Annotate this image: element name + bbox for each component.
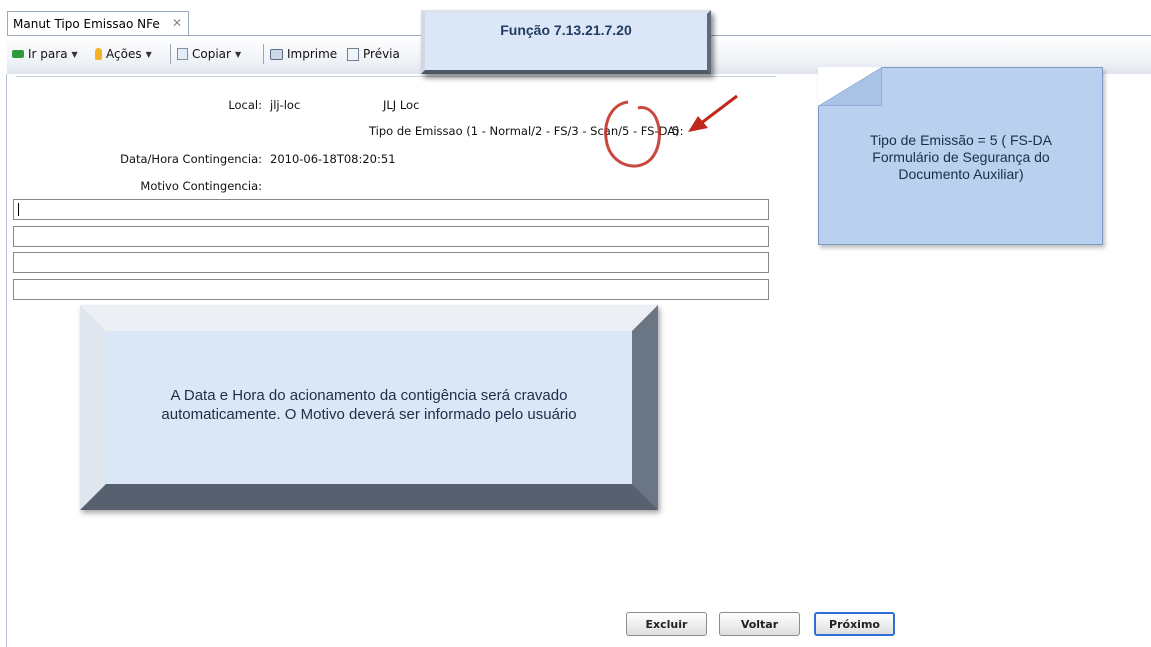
motivo-field-3[interactable] [13, 252, 769, 273]
function-callout: Função 7.13.21.7.20 [421, 10, 711, 74]
note-line-2: Formulário de Segurança do [872, 149, 1050, 165]
motivo-field-2[interactable] [13, 226, 769, 247]
copiar-button[interactable]: Copiar ▼ [177, 45, 241, 63]
printer-icon [270, 48, 283, 60]
motivo-field-1[interactable] [13, 199, 769, 220]
header-divider [16, 76, 776, 77]
note-line-3: Documento Auxiliar) [898, 166, 1024, 182]
voltar-button[interactable]: Voltar [719, 612, 800, 636]
local-label: Local: [228, 98, 262, 112]
data-hora-value: 2010-06-18T08:20:51 [270, 152, 396, 166]
data-hora-label: Data/Hora Contingencia: [120, 152, 262, 166]
annotation-overlay [604, 94, 738, 168]
previa-button[interactable]: Prévia [347, 45, 400, 63]
content-border [6, 74, 7, 647]
text-cursor [18, 203, 19, 216]
tab-manut-tipo-emissao[interactable]: Manut Tipo Emissao NFe ✕ [7, 11, 189, 35]
excluir-button[interactable]: Excluir [626, 612, 707, 636]
note-text: Tipo de Emissão = 5 ( FS-DA Formulário d… [836, 132, 1086, 183]
imprime-button[interactable]: Imprime [270, 45, 337, 63]
acoes-button[interactable]: Ações ▼ [95, 45, 152, 63]
motivo-label: Motivo Contingencia: [140, 179, 262, 193]
toolbar-separator [263, 44, 264, 64]
note-fold-corner [818, 67, 882, 106]
info-callout-text: A Data e Hora do acionamento da contigên… [106, 386, 632, 424]
preview-icon [347, 47, 359, 61]
acoes-label: Ações [106, 47, 142, 61]
go-arrow-icon [12, 50, 24, 58]
copiar-label: Copiar [192, 47, 231, 61]
previa-label: Prévia [363, 47, 400, 61]
ir-para-label: Ir para [28, 47, 68, 61]
local-code[interactable]: jlj-loc [270, 98, 300, 112]
chevron-down-icon: ▼ [71, 49, 78, 59]
toolbar-separator [170, 44, 171, 64]
info-line-2: automaticamente. O Motivo deverá ser inf… [161, 406, 577, 423]
proximo-button[interactable]: Próximo [814, 612, 895, 636]
note-line-1: Tipo de Emissão = 5 ( FS-DA [870, 132, 1052, 148]
motivo-field-4[interactable] [13, 279, 769, 300]
info-line-1: A Data e Hora do acionamento da contigên… [170, 387, 568, 404]
annotation-circle [604, 100, 661, 168]
close-icon[interactable]: ✕ [172, 16, 182, 30]
local-name: JLJ Loc [383, 98, 420, 112]
annotation-arrow-shaft [699, 94, 738, 126]
imprime-label: Imprime [287, 47, 338, 61]
chevron-down-icon: ▼ [145, 49, 152, 59]
lightbulb-icon [95, 48, 102, 60]
tab-title: Manut Tipo Emissao NFe [13, 17, 160, 31]
chevron-down-icon: ▼ [234, 49, 242, 59]
ir-para-button[interactable]: Ir para ▼ [12, 45, 78, 63]
copy-icon [177, 48, 188, 60]
